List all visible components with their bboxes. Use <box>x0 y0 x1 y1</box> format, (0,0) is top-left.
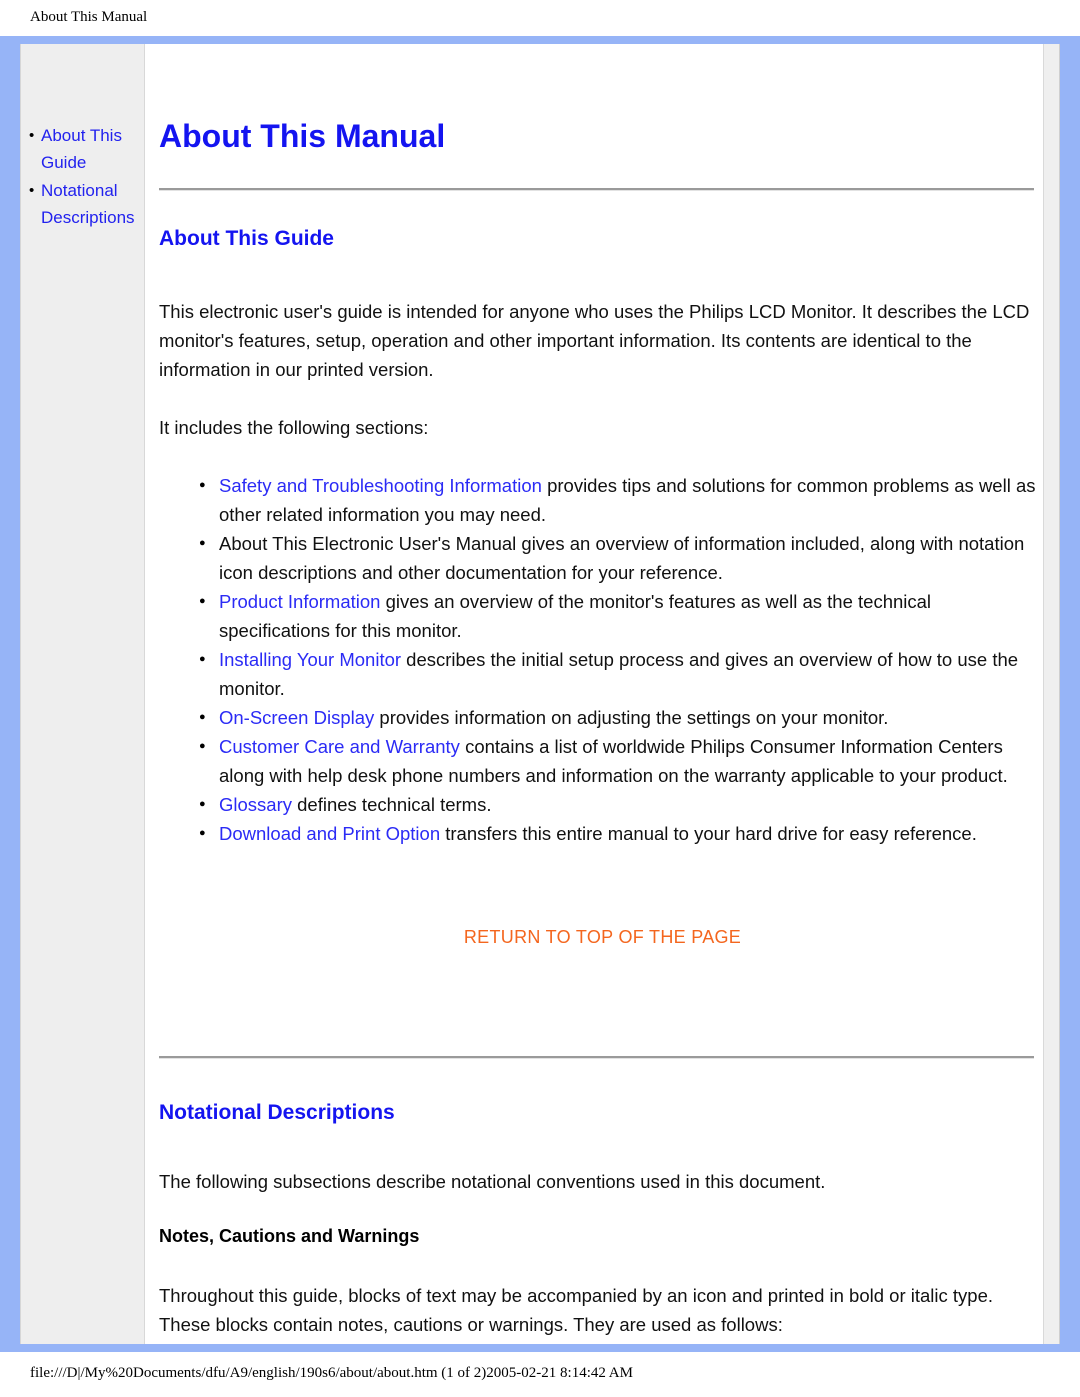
section-heading-notational-descriptions: Notational Descriptions <box>159 1101 395 1124</box>
sidebar-item-about-this-guide[interactable]: About This Guide <box>29 122 140 176</box>
link-glossary[interactable]: Glossary <box>219 794 292 815</box>
link-download-and-print-option[interactable]: Download and Print Option <box>219 823 440 844</box>
list-item: On-Screen Display provides information o… <box>199 703 1042 732</box>
list-item: Glossary defines technical terms. <box>199 790 1042 819</box>
divider-bottom <box>159 1056 1034 1059</box>
feature-list: Safety and Troubleshooting Information p… <box>159 471 1042 848</box>
link-product-information[interactable]: Product Information <box>219 591 380 612</box>
paragraph-notational-body: Throughout this guide, blocks of text ma… <box>159 1285 994 1335</box>
list-item-text: transfers this entire manual to your har… <box>440 823 977 844</box>
paragraph-includes: It includes the following sections: <box>159 417 429 438</box>
print-footer: file:///D|/My%20Documents/dfu/A9/english… <box>0 1365 1080 1382</box>
sidebar-link-about-this-guide[interactable]: About This Guide <box>41 126 122 172</box>
link-customer-care-and-warranty[interactable]: Customer Care and Warranty <box>219 736 460 757</box>
sidebar-item-notational-descriptions[interactable]: Notational Descriptions <box>29 177 140 231</box>
page-title: About This Manual <box>159 118 446 154</box>
list-item: Customer Care and Warranty contains a li… <box>199 732 1042 790</box>
list-item: Safety and Troubleshooting Information p… <box>199 471 1042 529</box>
sidebar-list: About This Guide Notational Descriptions <box>21 122 144 231</box>
page-frame: About This Guide Notational Descriptions… <box>0 36 1080 1352</box>
print-footer-path: file:///D|/My%20Documents/dfu/A9/english… <box>30 1365 633 1381</box>
page-inner: About This Guide Notational Descriptions… <box>20 44 1060 1344</box>
print-header-title: About This Manual <box>30 9 148 25</box>
paragraph-notational-intro: The following subsections describe notat… <box>159 1171 826 1192</box>
link-installing-your-monitor[interactable]: Installing Your Monitor <box>219 649 401 670</box>
paragraph-intro: This electronic user's guide is intended… <box>159 301 1030 380</box>
list-item-text: About This Electronic User's Manual give… <box>219 533 1025 583</box>
list-item: Installing Your Monitor describes the in… <box>199 645 1042 703</box>
list-item: Download and Print Option transfers this… <box>199 819 1042 848</box>
list-item: Product Information gives an overview of… <box>199 587 1042 645</box>
section-heading-about-this-guide: About This Guide <box>159 227 334 250</box>
return-to-top-link[interactable]: RETURN TO TOP OF THE PAGE <box>464 927 741 947</box>
main-content: About This Manual About This Guide This … <box>145 44 1060 1344</box>
scroll-gutter[interactable] <box>1043 44 1060 1344</box>
divider-top <box>159 188 1034 191</box>
sidebar-navigation: About This Guide Notational Descriptions <box>20 44 145 1344</box>
list-item: About This Electronic User's Manual give… <box>199 529 1042 587</box>
print-header: About This Manual <box>0 0 1080 36</box>
list-item-text: defines technical terms. <box>292 794 492 815</box>
link-on-screen-display[interactable]: On-Screen Display <box>219 707 374 728</box>
subsection-heading-notes-cautions-warnings: Notes, Cautions and Warnings <box>159 1226 420 1246</box>
list-item-text: provides information on adjusting the se… <box>374 707 889 728</box>
return-to-top: RETURN TO TOP OF THE PAGE <box>159 927 1042 948</box>
link-safety-and-troubleshooting[interactable]: Safety and Troubleshooting Information <box>219 475 542 496</box>
sidebar-link-notational-descriptions[interactable]: Notational Descriptions <box>41 181 135 227</box>
